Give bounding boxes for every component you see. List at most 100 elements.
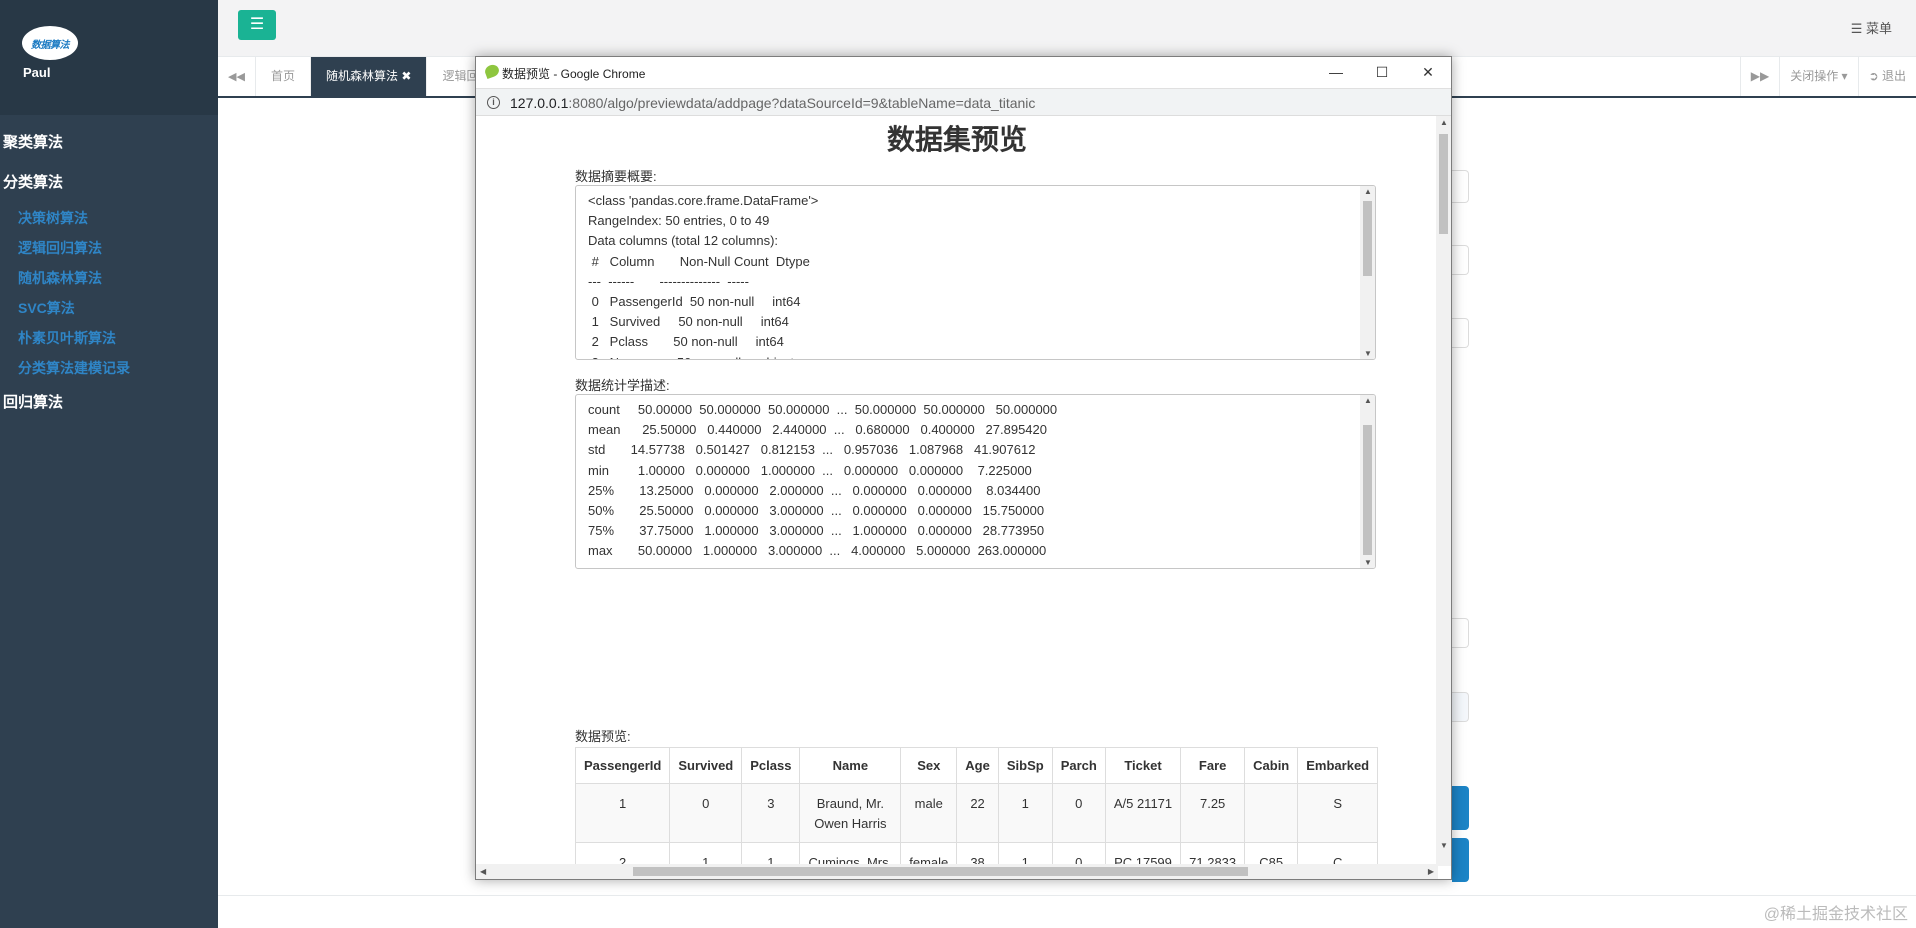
page-title: 数据集预览 [886,124,1027,155]
list-icon: ☰ [1850,21,1863,36]
sidebar-item-classification[interactable]: 分类算法 [0,163,218,203]
table-cell: 2 [574,842,671,866]
preview-label: 数据预览: [575,729,631,744]
sidebar-subitem-logistic-regression[interactable]: 逻辑回归算法 [0,233,218,263]
table-cell: S [1297,783,1379,843]
sidebar-nav: 聚类算法 分类算法 决策树算法 逻辑回归算法 随机森林算法 SVC算法 朴素贝叶… [0,115,218,423]
double-left-arrow-icon: ◀◀ [228,71,245,83]
table-header-cell: Age [956,747,999,784]
tab-random-forest[interactable]: 随机森林算法 ✖ [311,57,428,96]
scrollbar-thumb[interactable] [633,867,1248,876]
sidebar-item-regression[interactable]: 回归算法 [0,383,218,423]
double-right-arrow-icon: ▶▶ [1750,69,1770,83]
table-cell: 38 [956,842,999,866]
table-cell: Braund, Mr. Owen Harris [799,783,902,843]
summary-scrollbar[interactable]: ▲ ▼ [1360,186,1375,359]
close-icon[interactable]: ✖ [401,69,411,83]
stats-scrollbar[interactable]: ▲ ▼ [1360,395,1375,568]
minimize-button[interactable]: — [1313,61,1359,83]
table-header-cell: Name [799,747,902,784]
table-header-cell: Survived [669,747,743,784]
stats-label: 数据统计学描述: [575,378,670,393]
tab-scroll-right-button[interactable]: ▶▶ [1739,57,1779,96]
background-select[interactable] [1452,618,1469,648]
logout-button[interactable]: ➲ 退出 [1857,57,1916,96]
summary-textarea[interactable]: <class 'pandas.core.frame.DataFrame'> Ra… [575,185,1376,360]
sidebar-item-clustering[interactable]: 聚类算法 [0,123,218,163]
url-host: 127.0.0.1 [510,95,569,111]
table-header-cell: Fare [1180,747,1246,784]
sidebar-subitem-decision-tree[interactable]: 决策树算法 [0,203,218,233]
table-row: 211Cumings, Mrs.John Bradley(Florencefem… [574,842,1379,866]
close-tabs-dropdown[interactable]: 关闭操作 ▾ [1779,57,1857,96]
tab-home[interactable]: 首页 [256,57,312,96]
table-cell: C [1297,842,1379,866]
scroll-right-icon: ▶ [1427,867,1434,876]
close-tabs-label: 关闭操作 [1790,69,1839,83]
top-menu-label: 菜单 [1865,21,1892,36]
caret-down-icon: ▾ [1841,69,1848,83]
username[interactable]: Paul [23,65,50,80]
scroll-left-icon: ◀ [480,867,487,876]
background-input[interactable] [1452,170,1469,203]
scrollbar-thumb[interactable] [1439,134,1448,234]
sidebar-subitem-classification-records[interactable]: 分类算法建模记录 [0,353,218,383]
logout-label: 退出 [1881,69,1906,83]
scroll-down-icon: ▼ [1364,349,1372,358]
url-text[interactable]: 127.0.0.1:8080/algo/previewdata/addpage?… [510,95,1035,111]
scrollbar-thumb[interactable] [1363,201,1372,276]
table-cell: 1 [669,842,743,866]
table-cell: 22 [956,783,999,843]
background-select[interactable] [1452,318,1469,348]
maximize-button[interactable]: ☐ [1359,61,1405,83]
table-body: 1 0 3 Braund, Mr. Owen Harris male 22 1 0 A/5 211… [574,783,1379,866]
footer-divider [218,895,1916,896]
tab-scroll-left-button[interactable]: ◀◀ [218,57,256,96]
scroll-up-icon: ▲ [1364,396,1372,405]
background-button[interactable] [1452,838,1469,882]
table-header-cell: Sex [900,747,958,784]
preview-table: PassengerId Survived Pclass Name Sex Age SibSp… [574,747,1379,866]
sidebar-subitem-random-forest[interactable]: 随机森林算法 [0,263,218,293]
menu-toggle-button[interactable]: ☰ [238,10,276,40]
table-header-cell: Cabin [1244,747,1299,784]
background-input[interactable] [1452,692,1469,722]
table-cell [1244,783,1299,843]
address-bar[interactable]: i 127.0.0.1:8080/algo/previewdata/addpag… [476,88,1451,116]
table-header-cell: Embarked [1297,747,1379,784]
top-menu-button[interactable]: ☰ 菜单 [1851,18,1892,37]
close-window-button[interactable]: ✕ [1405,61,1451,83]
sidebar-subitem-svc[interactable]: SVC算法 [0,293,218,323]
sidebar-subitem-naive-bayes[interactable]: 朴素贝叶斯算法 [0,323,218,353]
popup-horizontal-scrollbar[interactable]: ◀ ▶ [476,864,1438,879]
popup-vertical-scrollbar[interactable]: ▲ ▼ [1436,116,1451,866]
background-button[interactable] [1452,786,1469,830]
window-titlebar[interactable]: 数据预览 - Google Chrome — ☐ ✕ [476,57,1451,88]
sidebar: 数据算法 Paul 聚类算法 分类算法 决策树算法 逻辑回归算法 随机森林算法 … [0,0,218,928]
tab-bar-actions: ▶▶ 关闭操作 ▾ ➲ 退出 [1739,57,1916,96]
popup-content: 数据集预览 数据摘要概要: <class 'pandas.core.frame.… [476,116,1438,866]
table-header-cell: SibSp [997,747,1053,784]
table-cell: 7.25 [1180,783,1246,843]
table-cell: 1 [574,783,671,843]
table-header-row: PassengerId Survived Pclass Name Sex Age SibSp… [574,747,1379,784]
maximize-icon: ☐ [1375,64,1389,80]
table-cell: male [900,783,958,843]
info-icon[interactable]: i [487,96,500,109]
table-cell: 1 [997,842,1053,866]
table-header-cell: Parch [1051,747,1106,784]
summary-text: <class 'pandas.core.frame.DataFrame'> Ra… [588,193,819,359]
logo-text: 数据算法 [31,39,70,51]
background-select[interactable] [1452,245,1469,275]
scroll-up-icon: ▲ [1364,187,1372,196]
table-row: 1 0 3 Braund, Mr. Owen Harris male 22 1 0 A/5 211… [574,783,1379,843]
scroll-down-icon: ▼ [1364,558,1372,567]
stats-textarea[interactable]: count 50.00000 50.000000 50.000000 ... 5… [575,394,1376,569]
top-navbar: ☰ ☰ 菜单 [218,0,1916,57]
minimize-icon: — [1329,64,1343,80]
hamburger-icon: ☰ [249,16,265,33]
tab-random-forest-label: 随机森林算法 [326,69,399,83]
table-header-cell: Ticket [1104,747,1182,784]
preview-popup-window: 数据预览 - Google Chrome — ☐ ✕ i 127.0.0.1:8… [475,56,1452,880]
scrollbar-thumb[interactable] [1363,425,1372,555]
